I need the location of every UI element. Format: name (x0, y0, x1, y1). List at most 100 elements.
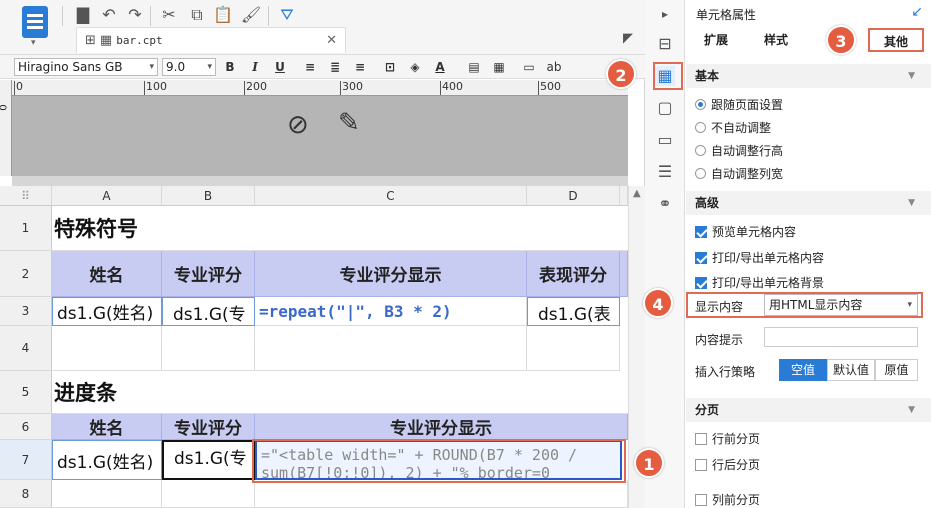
check-page-before-column[interactable]: 列前分页 (695, 491, 760, 508)
tab-other[interactable]: 其他 (868, 28, 924, 52)
pencil-icon[interactable]: ✎ (338, 108, 360, 138)
cell-a1[interactable]: 特殊符号 (52, 206, 628, 251)
cell-a4[interactable] (52, 326, 162, 371)
column-header-e[interactable] (620, 186, 628, 206)
cut-icon[interactable]: ✂ (158, 4, 180, 26)
hyperlink-icon[interactable]: ⚭ (655, 194, 675, 214)
row-header-4[interactable]: 4 (0, 326, 52, 371)
row-header-2[interactable]: 2 (0, 251, 52, 297)
section-basic[interactable]: 基本 ▼ (686, 64, 931, 88)
cell-c2[interactable]: 专业评分显示 (255, 251, 527, 297)
float-element-area[interactable]: 0 100 200 300 400 500 (12, 80, 628, 176)
merge-cell-icon[interactable]: ▤ (463, 57, 485, 77)
cell-a2[interactable]: 姓名 (52, 251, 162, 297)
radio-follow-page[interactable]: 跟随页面设置 (695, 96, 783, 113)
cell-c3[interactable]: =repeat("|", B3 * 2) (255, 297, 527, 326)
italic-button[interactable]: I (244, 57, 266, 77)
cell-a7[interactable]: ds1.G(姓名) (52, 440, 162, 480)
eye-off-icon[interactable]: ⊘ (287, 110, 309, 140)
column-header-d[interactable]: D (527, 186, 620, 206)
font-color-icon[interactable]: A (429, 57, 451, 77)
check-page-after-row[interactable]: 行后分页 (695, 456, 760, 473)
cell-d4[interactable] (527, 326, 620, 371)
check-preview-content[interactable]: 预览单元格内容 (695, 223, 796, 240)
radio-label: 自动调整行高 (711, 144, 784, 158)
grid-corner[interactable]: ⠿ (0, 186, 52, 206)
cell-b8[interactable] (162, 480, 255, 508)
cell-b6[interactable]: 专业评分 (162, 414, 255, 440)
underline-button[interactable]: U (269, 57, 291, 77)
redo-icon[interactable]: ↷ (124, 4, 146, 26)
cell-a8[interactable] (52, 480, 162, 508)
chevron-down-icon[interactable]: ▾ (31, 38, 36, 48)
collapse-icon[interactable]: ↙ (911, 4, 923, 20)
format-brush-icon[interactable]: ◤ (623, 31, 633, 46)
insert-policy-default[interactable]: 默认值 (827, 359, 875, 381)
row-header-6[interactable]: 6 (0, 414, 52, 440)
textbox-icon[interactable]: ▭ (518, 57, 540, 77)
template-menu-icon[interactable] (22, 6, 48, 38)
cell-c8[interactable] (255, 480, 628, 508)
font-family-select[interactable]: Hiragino Sans GB ▾ (14, 57, 158, 76)
bold-button[interactable]: B (219, 57, 241, 77)
column-header-a[interactable]: A (52, 186, 162, 206)
font-size-value: 9.0 (166, 59, 186, 74)
radio-auto-row-height[interactable]: 自动调整行高 (695, 142, 783, 159)
tab-bar-cpt[interactable]: ⊞ ▦ bar.cpt ✕ (76, 27, 346, 53)
cell-b2[interactable]: 专业评分 (162, 251, 255, 297)
cell-a6[interactable]: 姓名 (52, 414, 162, 440)
section-advanced[interactable]: 高级 ▼ (686, 191, 931, 215)
chevron-up-icon[interactable]: ▲ (633, 188, 641, 199)
cell-b7[interactable]: ds1.G(专 (162, 440, 255, 480)
float-element-icon[interactable]: ▢ (655, 98, 675, 118)
row-header-7[interactable]: 7 (0, 440, 52, 480)
cell-a5[interactable]: 进度条 (52, 371, 628, 414)
insert-policy-original[interactable]: 原值 (875, 359, 918, 381)
cell-element-icon[interactable]: ⊟ (655, 34, 675, 54)
undo-icon[interactable]: ↶ (98, 4, 120, 26)
row-header-5[interactable]: 5 (0, 371, 52, 414)
cell-c4[interactable] (255, 326, 527, 371)
text-type-button[interactable]: ab (543, 57, 565, 77)
align-left-icon[interactable]: ≡ (299, 57, 321, 77)
paste-icon[interactable]: 📋 (212, 4, 234, 26)
font-size-select[interactable]: 9.0 ▾ (162, 57, 216, 76)
widget-settings-icon[interactable]: ▭ (655, 130, 675, 150)
cell-d2[interactable]: 表现评分 (527, 251, 620, 297)
filter-icon[interactable]: ⛛ (276, 4, 298, 26)
content-tip-input[interactable] (764, 327, 918, 347)
section-pagination[interactable]: 分页 ▼ (686, 398, 931, 422)
check-print-background[interactable]: 打印/导出单元格背景 (695, 274, 824, 291)
column-header-c[interactable]: C (255, 186, 527, 206)
cell-d3[interactable]: ds1.G(表 (527, 297, 620, 326)
check-print-content[interactable]: 打印/导出单元格内容 (695, 249, 824, 266)
cell-a3[interactable]: ds1.G(姓名) (52, 297, 162, 326)
save-icon[interactable]: ▇ (72, 4, 94, 26)
check-page-before-row[interactable]: 行前分页 (695, 430, 760, 447)
checkbox-label: 行前分页 (712, 432, 761, 446)
copy-icon[interactable]: ⧉ (186, 4, 208, 26)
row-header-8[interactable]: 8 (0, 480, 52, 508)
row-header-1[interactable]: 1 (0, 206, 52, 251)
fill-color-icon[interactable]: ◈ (404, 57, 426, 77)
close-icon[interactable]: ✕ (326, 33, 337, 48)
align-center-icon[interactable]: ≣ (324, 57, 346, 77)
border-icon[interactable]: ⊡ (379, 57, 401, 77)
cell-e2[interactable] (620, 251, 628, 297)
radio-auto-col-width[interactable]: 自动调整列宽 (695, 165, 783, 182)
row-header-3[interactable]: 3 (0, 297, 52, 326)
format-painter-icon[interactable]: 🖌 (240, 4, 262, 26)
cell-b4[interactable] (162, 326, 255, 371)
table-icon[interactable]: ▦ (488, 57, 510, 77)
condition-attribute-icon[interactable]: ☰ (655, 162, 675, 182)
tab-style[interactable]: 样式 (746, 28, 806, 52)
cell-c6[interactable]: 专业评分显示 (255, 414, 628, 440)
column-header-b[interactable]: B (162, 186, 255, 206)
tab-expand[interactable]: 扩展 (686, 28, 746, 52)
radio-no-auto[interactable]: 不自动调整 (695, 119, 771, 136)
cell-b3[interactable]: ds1.G(专 (162, 297, 255, 326)
chevron-right-icon[interactable]: ▸ (655, 4, 675, 24)
display-content-select[interactable]: 用HTML显示内容 ▾ (764, 294, 918, 316)
align-right-icon[interactable]: ≡ (349, 57, 371, 77)
insert-policy-null[interactable]: 空值 (779, 359, 827, 381)
